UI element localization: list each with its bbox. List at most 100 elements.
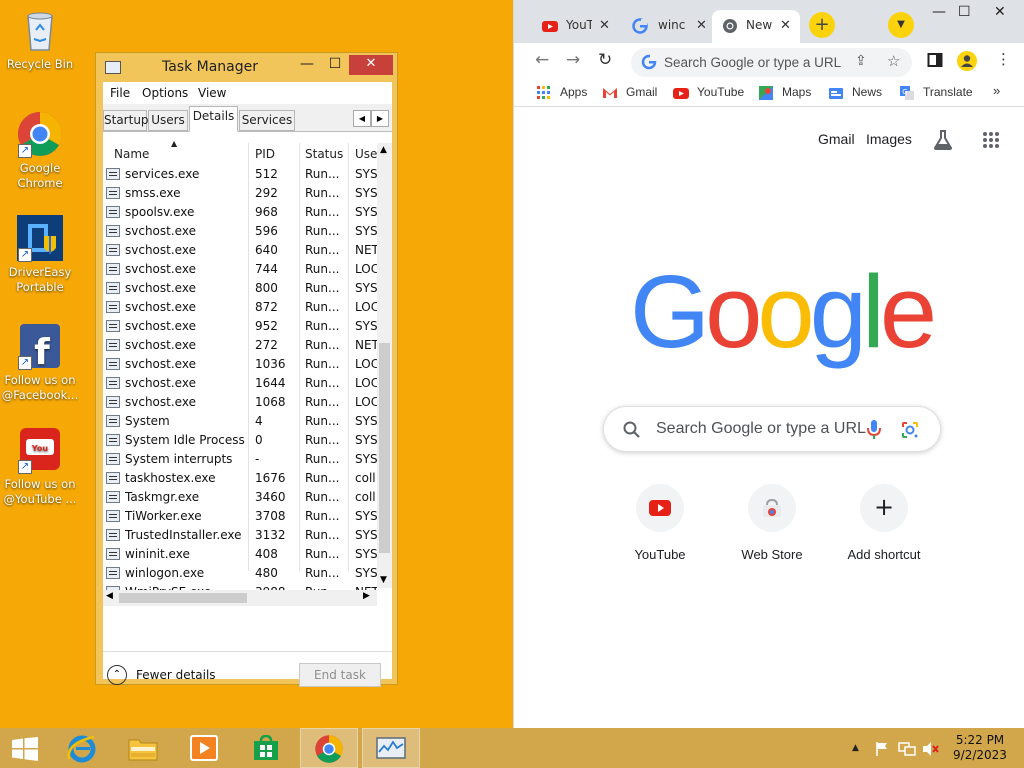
shortcut-web-store[interactable]: Web Store	[716, 484, 828, 584]
back-icon[interactable]: ←	[535, 50, 549, 70]
table-row[interactable]: svchost.exe 872 Run... LOC	[103, 298, 378, 317]
tab-startup[interactable]: Startup	[103, 110, 149, 131]
column-header-status[interactable]: Status	[305, 147, 343, 161]
taskbar-chrome[interactable]	[300, 728, 358, 768]
minimize-button[interactable]: —	[932, 4, 946, 20]
table-row[interactable]: taskhostex.exe 1676 Run... coll	[103, 469, 378, 488]
menu-file[interactable]: File	[110, 86, 130, 100]
bookmark-star-icon[interactable]: ☆	[887, 52, 900, 70]
images-link[interactable]: Images	[866, 131, 912, 147]
side-panel-icon[interactable]	[927, 52, 943, 68]
task-manager-titlebar[interactable]: Task Manager — ☐ ✕	[96, 53, 397, 81]
taskbar-store[interactable]	[237, 728, 295, 768]
tab-scroll-left-icon[interactable]: ◀	[353, 110, 371, 127]
start-button[interactable]	[0, 728, 50, 768]
desktop-icon-drivereasy[interactable]: ↗ DriverEasy Portable	[0, 214, 80, 295]
maximize-button[interactable]: ☐	[958, 4, 971, 20]
close-tab-icon[interactable]: ✕	[696, 18, 707, 33]
bookmark-news[interactable]: News	[852, 85, 882, 99]
gmail-link[interactable]: Gmail	[818, 131, 855, 147]
end-task-button[interactable]: End task	[299, 663, 381, 687]
bookmark-gmail[interactable]: Gmail	[626, 85, 657, 99]
table-row[interactable]: TiWorker.exe 3708 Run... SYS	[103, 507, 378, 526]
desktop-icon-chrome[interactable]: ↗ Google Chrome	[0, 110, 80, 191]
scroll-up-icon[interactable]: ▲	[380, 145, 387, 155]
horizontal-scrollbar[interactable]: ◀ ▶	[103, 590, 377, 606]
column-header-name[interactable]: Name	[114, 147, 149, 161]
desktop-icon-youtube[interactable]: You ↗ Follow us on @YouTube ...	[0, 426, 80, 507]
column-header-pid[interactable]: PID	[255, 147, 275, 161]
close-tab-icon[interactable]: ✕	[780, 18, 791, 33]
browser-tab-youtube[interactable]: YouT ✕	[536, 10, 618, 43]
menu-view[interactable]: View	[198, 86, 226, 100]
tab-services[interactable]: Services	[239, 110, 295, 131]
table-row[interactable]: services.exe 512 Run... SYS	[103, 165, 378, 184]
close-button[interactable]: ✕	[349, 55, 393, 75]
table-row[interactable]: svchost.exe 1036 Run... LOC	[103, 355, 378, 374]
table-row[interactable]: svchost.exe 1644 Run... LOC	[103, 374, 378, 393]
show-hidden-icons-icon[interactable]: ▲	[852, 743, 859, 753]
maximize-button[interactable]: ☐	[323, 55, 347, 75]
forward-icon[interactable]: →	[566, 50, 580, 70]
bookmark-translate[interactable]: Translate	[923, 85, 973, 99]
lens-camera-icon[interactable]	[900, 420, 920, 440]
scroll-right-icon[interactable]: ▶	[363, 591, 370, 601]
shortcut-youtube[interactable]: YouTube	[604, 484, 716, 584]
tab-search-chevron-icon[interactable]: ▼	[888, 12, 914, 38]
scroll-left-icon[interactable]: ◀	[106, 591, 113, 601]
taskbar-clock[interactable]: 5:22 PM 9/2/2023	[950, 733, 1010, 763]
taskbar-task-manager[interactable]	[362, 728, 420, 768]
profile-avatar[interactable]	[956, 50, 978, 72]
tab-scroll-right-icon[interactable]: ▶	[371, 110, 389, 127]
table-row[interactable]: Taskmgr.exe 3460 Run... coll	[103, 488, 378, 507]
share-icon[interactable]: ⇪	[855, 53, 867, 69]
table-row[interactable]: wininit.exe 408 Run... SYS	[103, 545, 378, 564]
browser-tab-new[interactable]: New ✕	[712, 10, 800, 43]
table-row[interactable]: System Idle Process 0 Run... SYS	[103, 431, 378, 450]
table-row[interactable]: svchost.exe 640 Run... NET	[103, 241, 378, 260]
desktop-icon-facebook[interactable]: f ↗ Follow us on @Facebook...	[0, 322, 80, 403]
shortcut-add[interactable]: + Add shortcut	[828, 484, 940, 584]
scroll-down-icon[interactable]: ▼	[380, 575, 387, 585]
table-row[interactable]: svchost.exe 596 Run... SYS	[103, 222, 378, 241]
table-row[interactable]: System 4 Run... SYS	[103, 412, 378, 431]
table-row[interactable]: System interrupts - Run... SYS	[103, 450, 378, 469]
vertical-scroll-thumb[interactable]	[379, 343, 390, 553]
fewer-details-icon[interactable]: ⌃	[107, 665, 127, 685]
bookmark-youtube[interactable]: YouTube	[697, 85, 744, 99]
table-row[interactable]: svchost.exe 272 Run... NET	[103, 336, 378, 355]
address-bar[interactable]: Search Google or type a URL ⇪ ☆	[631, 48, 912, 77]
table-row[interactable]: winlogon.exe 480 Run... SYS	[103, 564, 378, 583]
new-tab-button[interactable]: +	[809, 12, 835, 38]
taskbar-media-player[interactable]	[175, 728, 233, 768]
volume-muted-icon[interactable]	[922, 741, 940, 757]
table-row[interactable]: svchost.exe 744 Run... LOC	[103, 260, 378, 279]
table-row[interactable]: TrustedInstaller.exe 3132 Run... SYS	[103, 526, 378, 545]
table-row[interactable]: spoolsv.exe 968 Run... SYS	[103, 203, 378, 222]
more-bookmarks-icon[interactable]: »	[993, 83, 1000, 98]
table-row[interactable]: smss.exe 292 Run... SYS	[103, 184, 378, 203]
tab-details[interactable]: Details	[189, 106, 238, 132]
minimize-button[interactable]: —	[295, 55, 319, 75]
network-icon[interactable]	[898, 741, 916, 757]
search-box[interactable]: Search Google or type a URL	[603, 406, 941, 452]
reload-icon[interactable]: ↻	[598, 50, 612, 70]
tab-users[interactable]: Users	[148, 110, 188, 131]
table-row[interactable]: svchost.exe 800 Run... SYS	[103, 279, 378, 298]
voice-search-icon[interactable]	[866, 419, 882, 441]
menu-kebab-icon[interactable]: ⋮	[996, 50, 1011, 68]
bookmark-maps[interactable]: Maps	[782, 85, 811, 99]
table-row[interactable]: svchost.exe 952 Run... SYS	[103, 317, 378, 336]
menu-options[interactable]: Options	[142, 86, 188, 100]
table-row[interactable]: svchost.exe 1068 Run... LOC	[103, 393, 378, 412]
labs-flask-icon[interactable]	[932, 129, 954, 151]
horizontal-scroll-thumb[interactable]	[119, 593, 247, 603]
google-apps-icon[interactable]	[982, 131, 1000, 149]
fewer-details-link[interactable]: Fewer details	[136, 668, 216, 682]
vertical-scrollbar[interactable]: ▲ ▼	[377, 143, 392, 588]
action-center-flag-icon[interactable]	[874, 741, 890, 757]
desktop-icon-recycle-bin[interactable]: Recycle Bin	[0, 6, 80, 72]
taskbar-file-explorer[interactable]	[114, 728, 172, 768]
close-tab-icon[interactable]: ✕	[599, 18, 610, 33]
taskbar-internet-explorer[interactable]	[53, 728, 111, 768]
